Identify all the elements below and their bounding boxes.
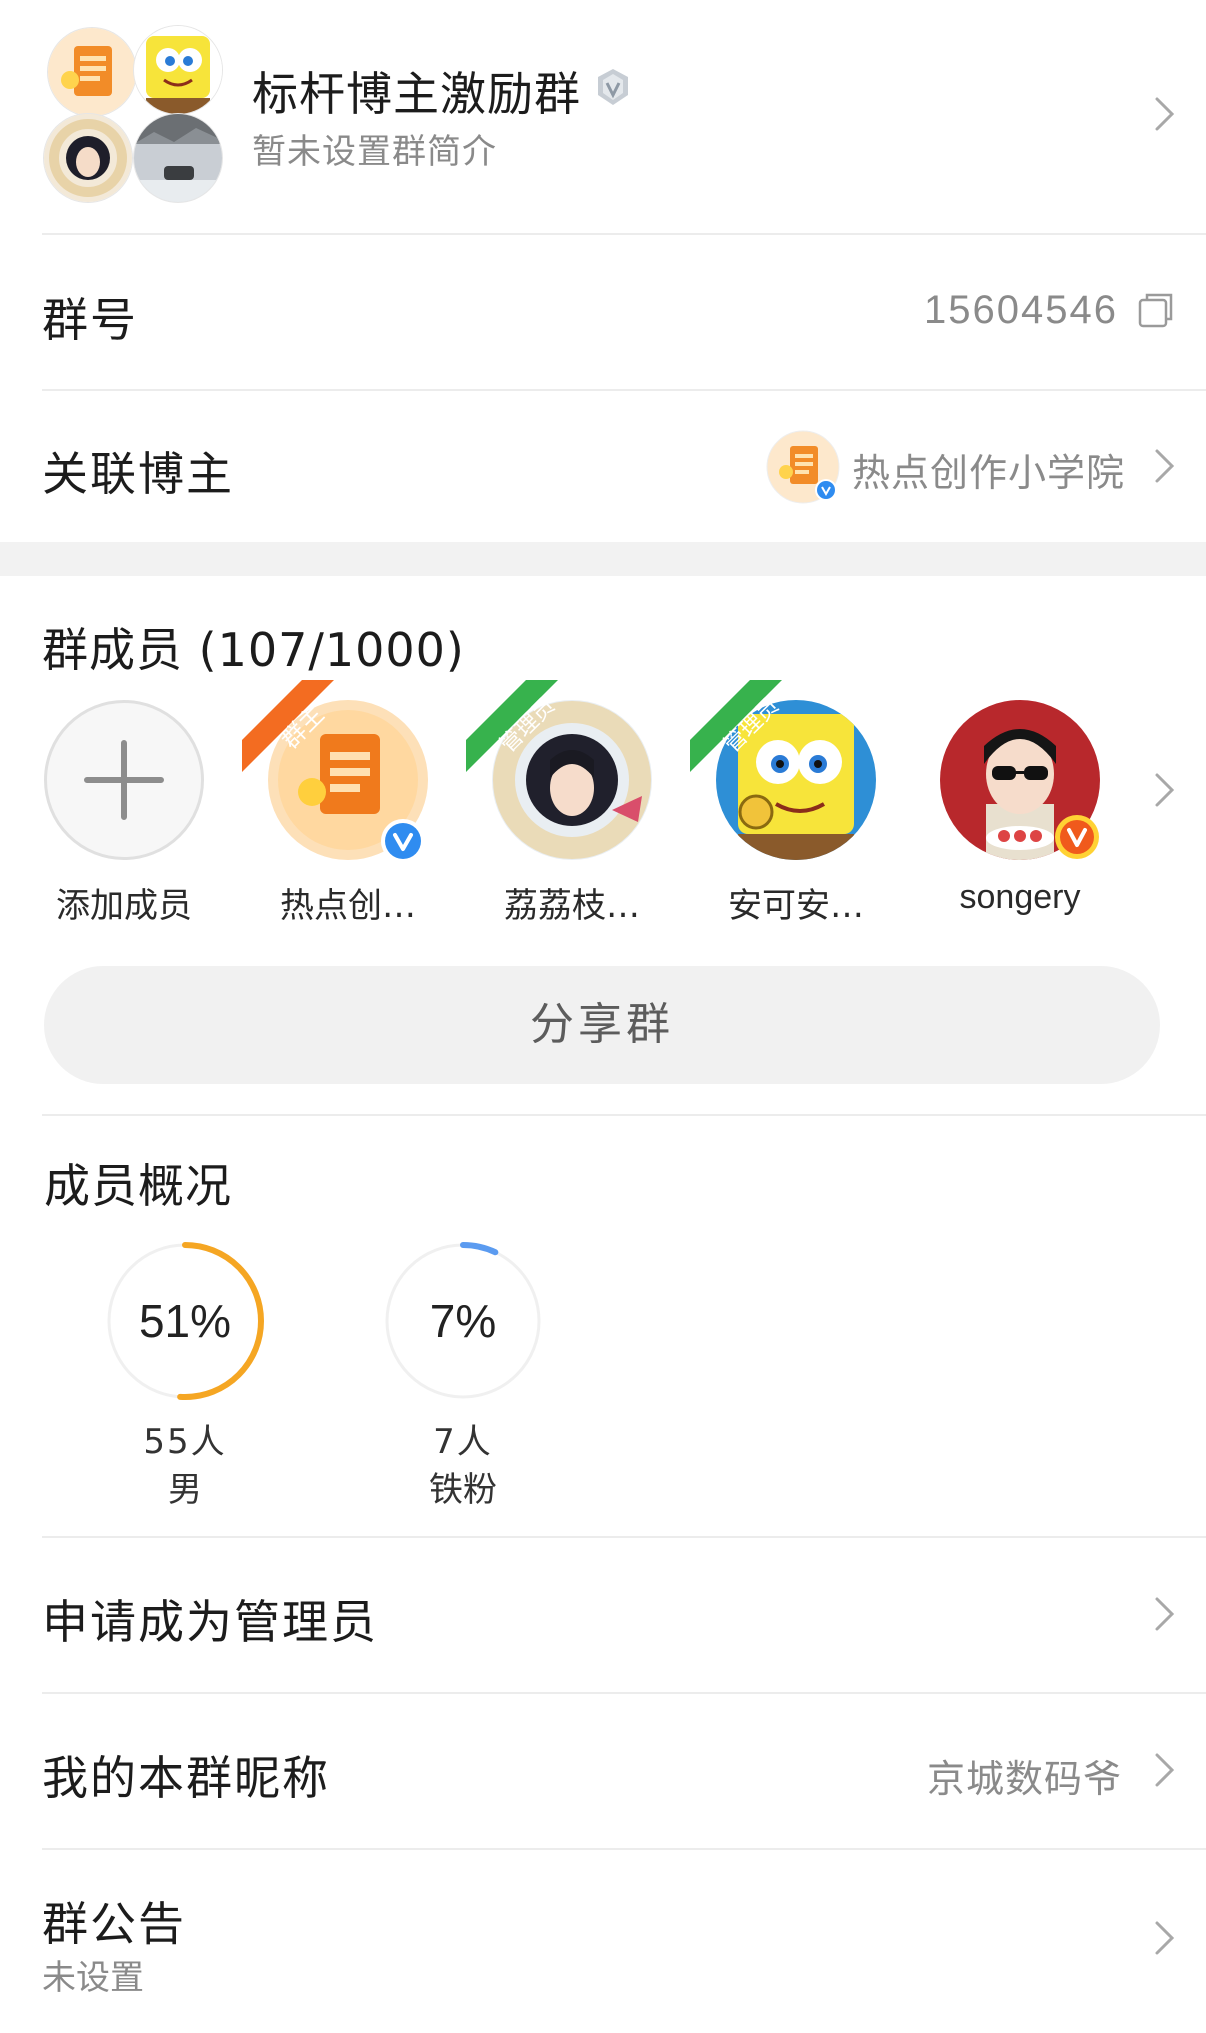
section-separator	[0, 542, 1206, 576]
verified-orange-icon	[1055, 815, 1099, 859]
group-number-label: 群号	[42, 293, 138, 347]
verified-blue-icon	[381, 819, 425, 863]
chevron-right-icon	[1155, 1597, 1175, 1631]
my-nickname-label: 我的本群昵称	[42, 1751, 330, 1805]
member-item[interactable]: 管理员 荔荔枝…	[456, 680, 656, 940]
members-title: 群成员 (107/1000)	[42, 623, 465, 677]
members-more-chevron-icon[interactable]	[1154, 772, 1176, 808]
divider	[42, 1848, 1206, 1850]
add-member-label: 添加成员	[56, 886, 192, 926]
add-member-circle	[44, 700, 204, 860]
stat-count: 55人	[143, 1422, 227, 1462]
verified-group-icon	[598, 69, 628, 105]
chevron-right-icon	[1155, 449, 1175, 483]
overview-title: 成员概况	[44, 1159, 232, 1213]
linked-blogger-avatar	[766, 430, 840, 504]
divider	[42, 1536, 1206, 1538]
group-avatar-cluster	[44, 24, 222, 202]
member-item[interactable]: 管理员 安可安…	[680, 680, 880, 940]
member-avatar-sponge	[134, 26, 222, 114]
chevron-right-icon	[1155, 1921, 1175, 1955]
chevron-right-icon	[1155, 97, 1175, 131]
stat-ring-male: 51%	[100, 1236, 270, 1406]
member-avatar-portrait	[44, 114, 132, 202]
member-avatar-scroll	[48, 28, 136, 116]
linked-blogger-label: 关联博主	[42, 447, 234, 501]
stat-percent: 51%	[138, 1295, 232, 1347]
add-member-button[interactable]: 添加成员	[8, 700, 208, 940]
linked-blogger-name: 热点创作小学院	[852, 451, 1126, 495]
group-header[interactable]: 标杆博主激励群 暂未设置群简介	[0, 0, 1206, 234]
copy-icon[interactable]	[1136, 290, 1176, 330]
stat-label: 男	[168, 1470, 202, 1510]
group-number-value: 15604546	[924, 288, 1118, 332]
stat-count: 7人	[433, 1422, 493, 1462]
my-nickname-value: 京城数码爷	[926, 1757, 1122, 1801]
divider	[42, 389, 1206, 391]
member-name: 荔荔枝…	[504, 886, 640, 926]
apply-admin-label: 申请成为管理员	[42, 1595, 378, 1649]
member-item[interactable]: songery	[904, 700, 1104, 940]
stat-percent: 7%	[429, 1295, 497, 1347]
member-name: 安可安…	[728, 886, 864, 926]
member-avatar-scene	[134, 114, 222, 202]
member-item[interactable]: 群主 热点创…	[232, 680, 432, 940]
group-description: 暂未设置群简介	[252, 132, 497, 172]
divider	[42, 233, 1206, 235]
divider	[42, 1692, 1206, 1694]
stat-label: 铁粉	[429, 1470, 497, 1510]
chevron-right-icon	[1155, 1753, 1175, 1787]
divider	[42, 1114, 1206, 1116]
stat-ring-fans: 7%	[378, 1236, 548, 1406]
notice-value: 未设置	[42, 1958, 144, 1998]
member-name: 热点创…	[280, 886, 416, 926]
plus-icon	[84, 740, 164, 820]
notice-label: 群公告	[42, 1897, 186, 1951]
group-name: 标杆博主激励群	[252, 67, 581, 121]
member-name: songery	[959, 878, 1081, 916]
share-group-button[interactable]: 分享群	[44, 966, 1160, 1084]
